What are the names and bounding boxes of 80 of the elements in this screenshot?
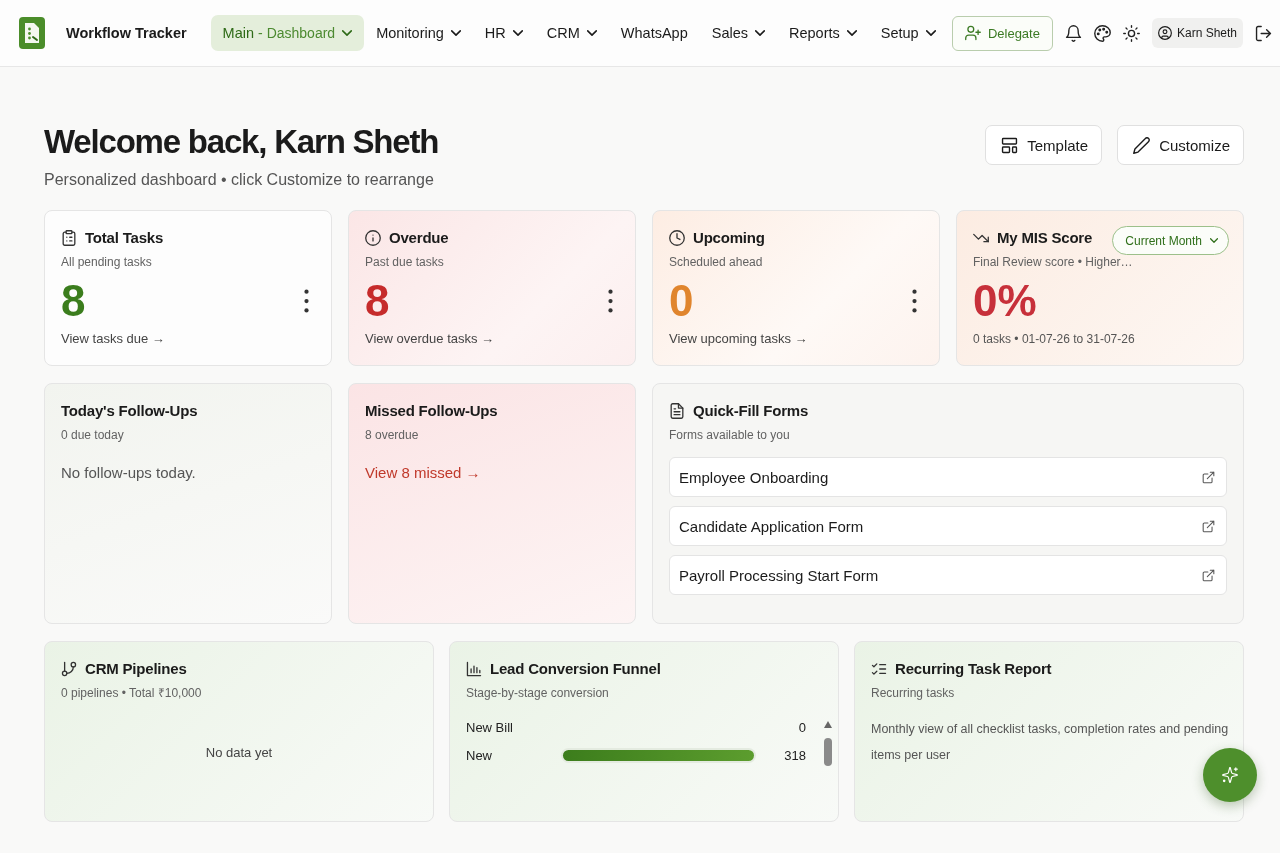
app-title: Workflow Tracker [66,25,187,41]
customize-button[interactable]: Customize [1117,125,1244,165]
nav-tab[interactable]: HR [472,15,535,51]
add-user-icon [964,25,981,41]
template-button[interactable]: Template [985,125,1103,165]
clock-icon [669,230,685,246]
card-subtitle: 0 pipelines • Total ₹10,000 [61,685,203,701]
external-link-icon [1202,470,1215,484]
card-title: Recurring Task Report [895,659,1052,679]
card-title: Upcoming [693,228,765,248]
empty-message: No follow-ups today. [61,463,197,483]
form-link[interactable]: Payroll Processing Start Form [669,555,1227,595]
bar-chart-icon [466,661,482,677]
stat-value: 0 [669,277,694,325]
external-link-icon [1202,568,1215,582]
scrollbar[interactable] [823,719,833,767]
stage-label: New [466,747,493,763]
nav-tab[interactable]: CRM [534,15,609,51]
sparkle-icon [1222,767,1238,783]
score-detail: 0 tasks • 01-07-26 to 31-07-26 [973,331,1136,348]
page-subtitle: Personalized dashboard • click Customize to rearrange [44,170,435,190]
user-circle-icon [1157,26,1172,40]
score-value: 0% [973,277,1037,325]
card-subtitle: 8 overdue [365,427,420,443]
chevron-down-icon [1210,238,1218,243]
form-link[interactable]: Candidate Application Form [669,506,1227,546]
external-link-icon [1202,519,1215,533]
card-link[interactable]: View 8 missed → [365,463,481,483]
stat-value: 8 [365,277,390,325]
card-link[interactable]: View tasks due → [61,330,165,348]
card-subtitle: Stage-by-stage conversion [466,685,610,701]
pencil-icon [1133,136,1151,154]
logout-icon[interactable] [1255,24,1272,42]
nav-tab[interactable]: WhatsApp [608,15,700,51]
card-title: Missed Follow-Ups [365,401,498,421]
form-link[interactable]: Employee Onboarding [669,457,1227,497]
card-subtitle: 0 due today [61,427,125,443]
card-subtitle: Final Review score • Higher… [973,254,1134,270]
card-title: CRM Pipelines [85,659,187,679]
card-link[interactable]: View overdue tasks → [365,330,495,348]
document-icon [669,403,685,419]
card-title: Overdue [389,228,449,248]
card-title: Quick-Fill Forms [693,401,809,421]
stage-label: New Bill [466,719,514,735]
layout-icon [1001,136,1019,154]
palette-icon[interactable] [1093,24,1111,42]
stat-value: 8 [61,277,86,325]
nav-tab[interactable]: Monitoring [364,15,473,51]
delegate-button[interactable]: Delegate [951,15,1053,51]
branch-icon [61,661,77,677]
info-icon [365,230,381,246]
checklist-icon [871,661,887,677]
nav-tab[interactable]: Reports [777,15,869,51]
empty-message: No data yet [205,745,273,760]
logo-icon [19,17,45,49]
clipboard-icon [61,230,77,246]
page-title: Welcome back, Karn Sheth [44,122,439,162]
card-subtitle: All pending tasks [61,254,153,270]
more-icon[interactable] [608,289,613,313]
nav-tab[interactable]: Main - Dashboard [210,15,365,51]
card-title: Today's Follow-Ups [61,401,198,421]
stage-count: 318 [783,747,806,763]
nav-tab[interactable]: Sales [699,15,777,51]
card-title: Total Tasks [85,228,164,248]
more-icon[interactable] [304,289,309,313]
card-subtitle: Forms available to you [669,427,791,443]
card-link[interactable]: View upcoming tasks → [669,330,808,348]
nav-tab[interactable]: Setup [868,15,948,51]
period-dropdown[interactable]: Current Month [1112,226,1229,255]
sun-icon[interactable] [1122,24,1140,42]
more-icon[interactable] [912,289,917,313]
card-title: Lead Conversion Funnel [490,659,661,679]
card-title: My MIS Score [997,228,1093,248]
report-description: Monthly view of all checklist tasks, completion rates and pending items per user [871,721,1230,764]
user-menu-button[interactable]: Karn Sheth [1151,18,1243,48]
card-subtitle: Scheduled ahead [669,254,764,270]
stage-count: 0 [797,719,806,735]
bell-icon[interactable] [1064,24,1082,42]
card-subtitle: Past due tasks [365,254,445,270]
card-subtitle: Recurring tasks [871,685,956,701]
